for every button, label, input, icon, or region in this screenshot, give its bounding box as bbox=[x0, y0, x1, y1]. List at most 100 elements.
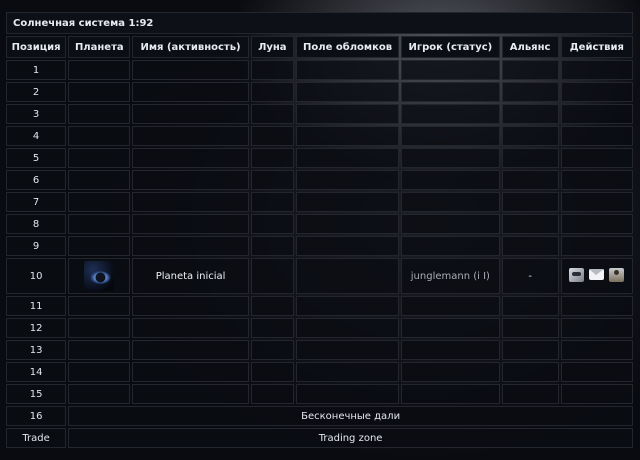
table-row: 13 bbox=[6, 340, 633, 360]
moon-cell bbox=[250, 60, 294, 80]
actions-cell bbox=[560, 362, 633, 382]
planet-name-cell bbox=[132, 340, 249, 360]
debris-cell bbox=[295, 126, 400, 146]
spy-icon[interactable] bbox=[569, 267, 585, 282]
actions-cell bbox=[560, 126, 633, 146]
planet-name[interactable]: Planeta inicial bbox=[156, 271, 226, 282]
alliance-cell bbox=[501, 362, 559, 382]
player-cell bbox=[401, 104, 500, 124]
alliance-cell bbox=[501, 104, 559, 124]
planet-thumbnail-icon[interactable] bbox=[84, 261, 115, 291]
alliance-cell: - bbox=[501, 258, 559, 294]
player-cell bbox=[401, 192, 500, 212]
table-row: 14 bbox=[6, 362, 633, 382]
moon-cell bbox=[250, 126, 294, 146]
debris-cell bbox=[295, 104, 400, 124]
trade-row: Trade Trading zone bbox=[6, 428, 633, 448]
actions-cell bbox=[560, 340, 633, 360]
moon-cell bbox=[250, 214, 294, 234]
header-moon: Луна bbox=[250, 36, 294, 58]
actions-cell bbox=[560, 170, 633, 190]
planet-cell bbox=[68, 104, 131, 124]
position-cell: 2 bbox=[6, 82, 67, 102]
alliance-cell bbox=[501, 170, 559, 190]
debris-cell bbox=[295, 384, 400, 404]
trade-label[interactable]: Trading zone bbox=[68, 428, 633, 448]
planet-name-cell bbox=[132, 104, 249, 124]
moon-cell bbox=[250, 236, 294, 256]
planet-name-cell bbox=[132, 214, 249, 234]
planet-cell bbox=[68, 384, 131, 404]
debris-cell bbox=[295, 60, 400, 80]
position-cell: 5 bbox=[6, 148, 67, 168]
actions-cell bbox=[560, 148, 633, 168]
table-row: 10 Planeta inicial junglemann (i I) - bbox=[6, 258, 633, 294]
debris-cell bbox=[295, 362, 400, 382]
actions-cell bbox=[560, 82, 633, 102]
table-row: 11 bbox=[6, 296, 633, 316]
player-cell bbox=[401, 384, 500, 404]
position-cell: Trade bbox=[6, 428, 67, 448]
debris-cell bbox=[295, 170, 400, 190]
position-cell: 1 bbox=[6, 60, 67, 80]
debris-cell bbox=[295, 258, 400, 294]
planet-name-cell[interactable]: Planeta inicial bbox=[132, 258, 249, 294]
moon-cell bbox=[250, 170, 294, 190]
debris-cell bbox=[295, 296, 400, 316]
alliance-cell bbox=[501, 126, 559, 146]
position-cell: 15 bbox=[6, 384, 67, 404]
planet-name-cell bbox=[132, 384, 249, 404]
planet-cell bbox=[68, 296, 131, 316]
table-row: 3 bbox=[6, 104, 633, 124]
moon-cell bbox=[250, 258, 294, 294]
planet-name-cell bbox=[132, 126, 249, 146]
header-planet: Планета bbox=[68, 36, 131, 58]
debris-cell bbox=[295, 318, 400, 338]
header-actions: Действия bbox=[560, 36, 633, 58]
header-debris-field: Поле обломков bbox=[295, 36, 400, 58]
player-name[interactable]: junglemann (i I) bbox=[411, 271, 490, 282]
planet-name-cell bbox=[132, 236, 249, 256]
alliance-cell bbox=[501, 148, 559, 168]
planet-cell[interactable] bbox=[68, 258, 131, 294]
buddy-request-icon[interactable] bbox=[609, 267, 625, 282]
position-cell: 6 bbox=[6, 170, 67, 190]
player-cell bbox=[401, 82, 500, 102]
alliance-cell bbox=[501, 236, 559, 256]
player-cell[interactable]: junglemann (i I) bbox=[401, 258, 500, 294]
player-cell bbox=[401, 60, 500, 80]
debris-cell bbox=[295, 236, 400, 256]
alliance-cell bbox=[501, 192, 559, 212]
moon-cell bbox=[250, 82, 294, 102]
player-cell bbox=[401, 362, 500, 382]
debris-cell bbox=[295, 192, 400, 212]
moon-cell bbox=[250, 362, 294, 382]
moon-cell bbox=[250, 340, 294, 360]
alliance-cell bbox=[501, 82, 559, 102]
table-row: 1 bbox=[6, 60, 633, 80]
header-player-status: Игрок (статус) bbox=[401, 36, 500, 58]
planet-name-cell bbox=[132, 82, 249, 102]
position-cell: 11 bbox=[6, 296, 67, 316]
debris-cell bbox=[295, 340, 400, 360]
table-row: 4 bbox=[6, 126, 633, 146]
header-alliance: Альянс bbox=[501, 36, 559, 58]
player-cell bbox=[401, 340, 500, 360]
alliance-cell bbox=[501, 296, 559, 316]
alliance-cell bbox=[501, 384, 559, 404]
message-icon[interactable] bbox=[589, 269, 605, 280]
rows-bottom: 11 12 13 14 15 bbox=[6, 296, 633, 404]
planet-cell bbox=[68, 340, 131, 360]
position-cell: 13 bbox=[6, 340, 67, 360]
actions-cell bbox=[560, 236, 633, 256]
player-cell bbox=[401, 318, 500, 338]
header-row: Позиция Планета Имя (активность) Луна По… bbox=[6, 36, 633, 58]
player-cell bbox=[401, 170, 500, 190]
moon-cell bbox=[250, 296, 294, 316]
actions-cell bbox=[560, 60, 633, 80]
player-cell bbox=[401, 236, 500, 256]
planet-cell bbox=[68, 362, 131, 382]
planet-cell bbox=[68, 236, 131, 256]
alliance-cell bbox=[501, 340, 559, 360]
expedition-label[interactable]: Бесконечные дали bbox=[68, 406, 633, 426]
